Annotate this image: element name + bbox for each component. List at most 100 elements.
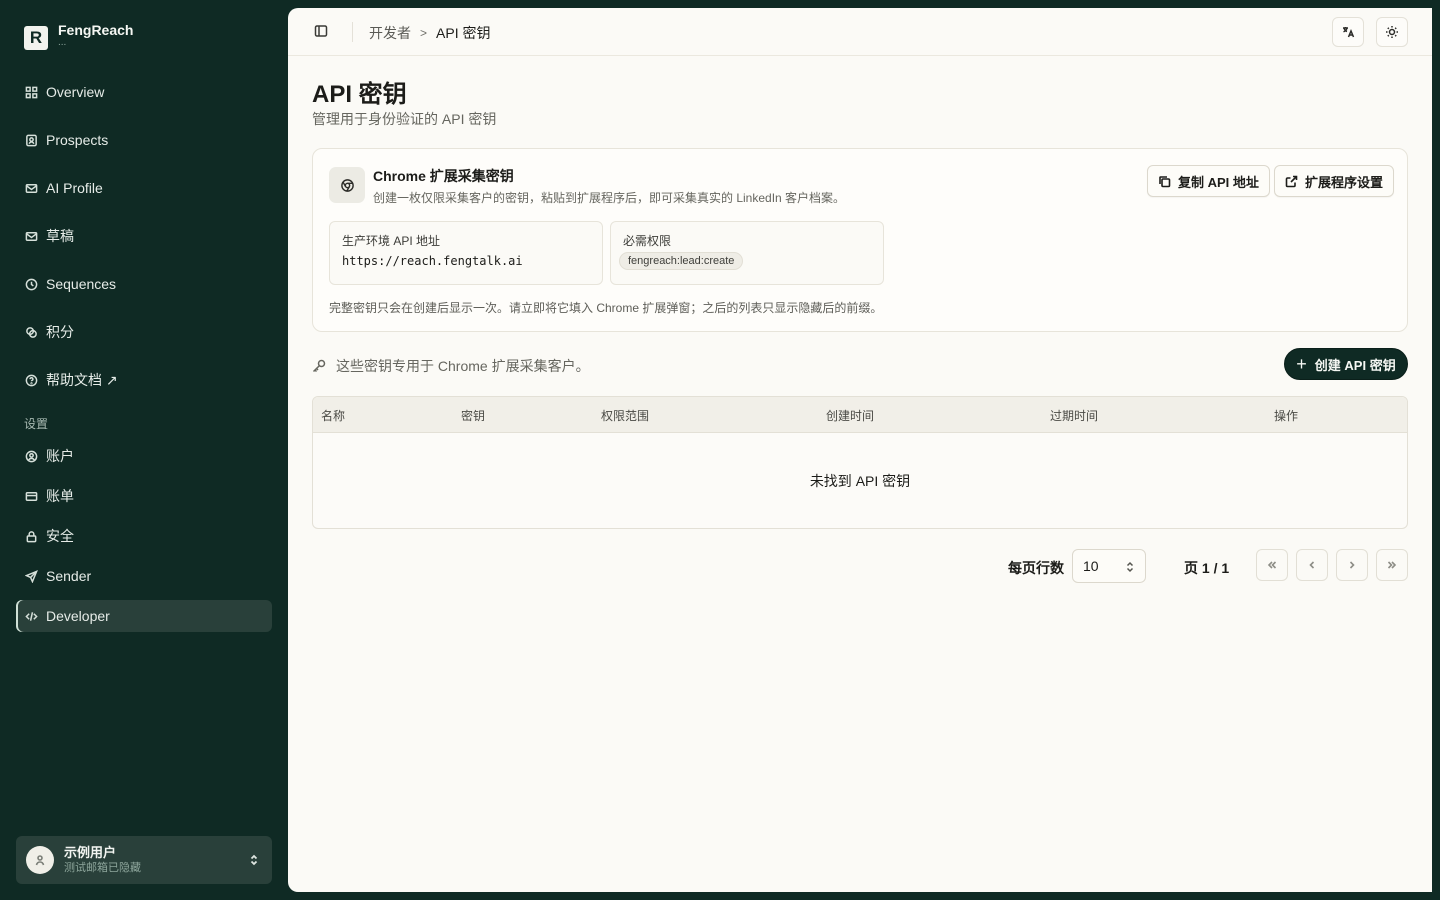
page-subtitle: 管理用于身份验证的 API 密钥 [312,111,497,127]
nav-item-label: 积分 [46,324,74,340]
rows-per-page-select[interactable]: 10 [1072,549,1146,583]
copy-api-url-label: 复制 API 地址 [1178,174,1259,190]
nav-item-label: Prospects [46,132,109,148]
divider [352,22,353,42]
sidebar-toggle-icon [314,25,328,37]
avatar [26,846,54,874]
keys-hint-text: 这些密钥专用于 Chrome 扩展采集客户。 [336,358,590,374]
chevrons-up-down-icon [1126,561,1134,573]
nav-item-label: 草稿 [46,228,74,244]
nav-item-label: AI Profile [46,180,103,196]
api-url-box: 生产环境 API 地址 https://reach.fengtalk.ai [329,221,603,285]
page-title: API 密钥 [312,81,407,108]
extension-settings-button[interactable]: 扩展程序设置 [1274,165,1395,197]
topbar: 开发者 > API 密钥 [288,8,1432,56]
key-icon [312,359,326,373]
nav-item-sender[interactable]: Sender [16,560,272,592]
nav-item-credits[interactable]: 积分 [16,316,272,348]
create-api-key-label: 创建 API 密钥 [1314,357,1396,373]
theme-toggle-button[interactable] [1376,17,1408,47]
column-header-created[interactable]: 创建时间 [826,407,874,424]
nav-item-account[interactable]: 账户 [16,440,272,472]
brand-logo-icon: R [24,26,48,50]
first-page-button[interactable] [1256,549,1288,581]
card-note: 完整密钥只会在创建后显示一次。请立即将它填入 Chrome 扩展弹窗；之后的列表… [329,301,883,315]
nav-item-developer[interactable]: Developer [16,600,272,632]
breadcrumb-parent[interactable]: 开发者 [369,23,411,43]
chevron-right-icon [1349,561,1355,569]
sidebar-toggle-button[interactable] [314,24,330,40]
nav-item-drafts[interactable]: 草稿 [16,220,272,252]
chevron-right-icon: > [420,26,428,40]
permission-label: 必需权限 [623,234,672,248]
sidebar: R FengReach ... Overview Prospects AI Pr… [0,0,288,900]
user-menu-button[interactable]: 示例用户 测试邮箱已隐藏 [16,836,272,884]
user-email: 测试邮箱已隐藏 [64,862,141,874]
clock-icon [24,277,38,291]
permission-box: 必需权限 fengreach:lead:create [610,221,884,285]
nav-item-security[interactable]: 安全 [16,520,272,552]
nav-item-ai-profile[interactable]: AI Profile [16,172,272,204]
create-api-key-button[interactable]: + 创建 API 密钥 [1284,348,1408,380]
chevron-left-icon [1309,561,1315,569]
main-panel: 开发者 > API 密钥 API 密钥 管理用于身份验证的 API 密钥 Chr… [288,8,1432,892]
column-header-actions: 操作 [1274,409,1299,423]
copy-icon [1159,175,1171,187]
mail-draft-icon [24,229,38,243]
api-url-value[interactable]: https://reach.fengtalk.ai [342,254,590,268]
user-circle-icon [24,449,38,463]
nav-item-label: 帮助文档 ↗ [46,372,118,388]
nav-item-billing[interactable]: 账单 [16,480,272,512]
brand[interactable]: R FengReach ... [24,22,133,50]
last-page-button[interactable] [1376,549,1408,581]
help-icon [24,373,38,387]
credit-card-icon [24,489,38,503]
translate-icon [1343,27,1355,38]
language-button[interactable] [1332,17,1364,47]
permission-badge: fengreach:lead:create [619,252,744,270]
card-title: Chrome 扩展采集密钥 [373,168,514,184]
chevrons-right-icon [1387,561,1397,569]
column-header-name[interactable]: 名称 [321,407,345,424]
rows-per-page-label: 每页行数 [1008,560,1064,576]
nav-item-label: 安全 [46,528,74,544]
settings-heading: 设置 [24,417,49,431]
user-name: 示例用户 [64,845,117,860]
nav-item-prospects[interactable]: Prospects [16,124,272,156]
brand-sub: ... [58,37,67,48]
main-nav: Overview Prospects AI Profile 草稿 Sequenc… [16,76,272,632]
copy-api-url-button[interactable]: 复制 API 地址 [1147,165,1270,197]
mail-profile-icon [24,181,38,195]
breadcrumb-current: API 密钥 [436,25,491,41]
card-description: 创建一枚仅限采集客户的密钥，粘贴到扩展程序后，即可采集真实的 LinkedIn … [373,191,846,205]
api-url-label: 生产环境 API 地址 [342,234,441,248]
column-header-scope[interactable]: 权限范围 [601,407,649,424]
lock-icon [24,529,38,543]
plus-icon: + [1296,354,1307,374]
page-indicator: 页 1 / 1 [1184,560,1230,576]
nav-item-overview[interactable]: Overview [16,76,272,108]
nav-item-label: 账单 [46,488,74,504]
breadcrumb: 开发者 > API 密钥 [369,23,490,43]
next-page-button[interactable] [1336,549,1368,581]
send-icon [24,569,38,583]
table-empty-state: 未找到 API 密钥 [809,473,911,489]
external-link-icon [1285,175,1298,187]
grid-icon [24,85,38,99]
column-header-expires[interactable]: 过期时间 [1050,407,1098,424]
nav-item-label: Sequences [46,276,117,292]
chevrons-up-down-icon [248,853,262,867]
keys-hint: 这些密钥专用于 Chrome 扩展采集客户。 [312,356,590,376]
chevrons-left-icon [1267,561,1277,569]
nav-item-label: 账户 [46,448,74,464]
extension-settings-label: 扩展程序设置 [1305,174,1384,190]
nav-item-help-docs[interactable]: 帮助文档 ↗ [16,364,272,396]
chrome-extension-card: Chrome 扩展采集密钥 创建一枚仅限采集客户的密钥，粘贴到扩展程序后，即可采… [312,148,1408,332]
previous-page-button[interactable] [1296,549,1328,581]
nav-item-sequences[interactable]: Sequences [16,268,272,300]
contact-icon [24,133,38,147]
nav-item-label: Overview [46,84,105,100]
user-icon [35,855,45,866]
column-header-key[interactable]: 密钥 [461,407,485,424]
chrome-icon [329,167,365,203]
